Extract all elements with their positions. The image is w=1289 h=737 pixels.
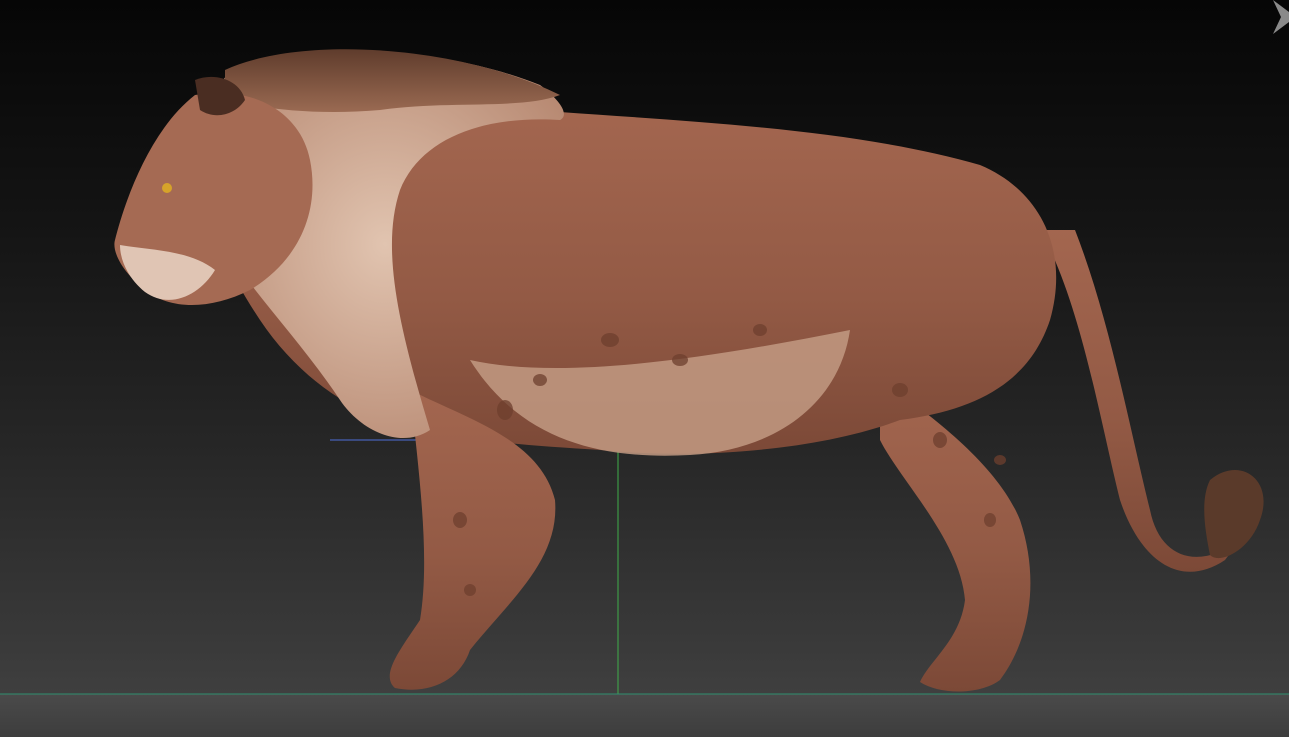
mane-top bbox=[225, 49, 560, 112]
canvas-viewport[interactable] bbox=[0, 0, 1289, 737]
eye bbox=[162, 183, 172, 193]
lion-model[interactable] bbox=[0, 0, 1289, 737]
chevron-right-icon[interactable] bbox=[1269, 0, 1289, 34]
tail-tuft bbox=[1204, 469, 1264, 559]
hind-leg bbox=[880, 380, 1031, 692]
